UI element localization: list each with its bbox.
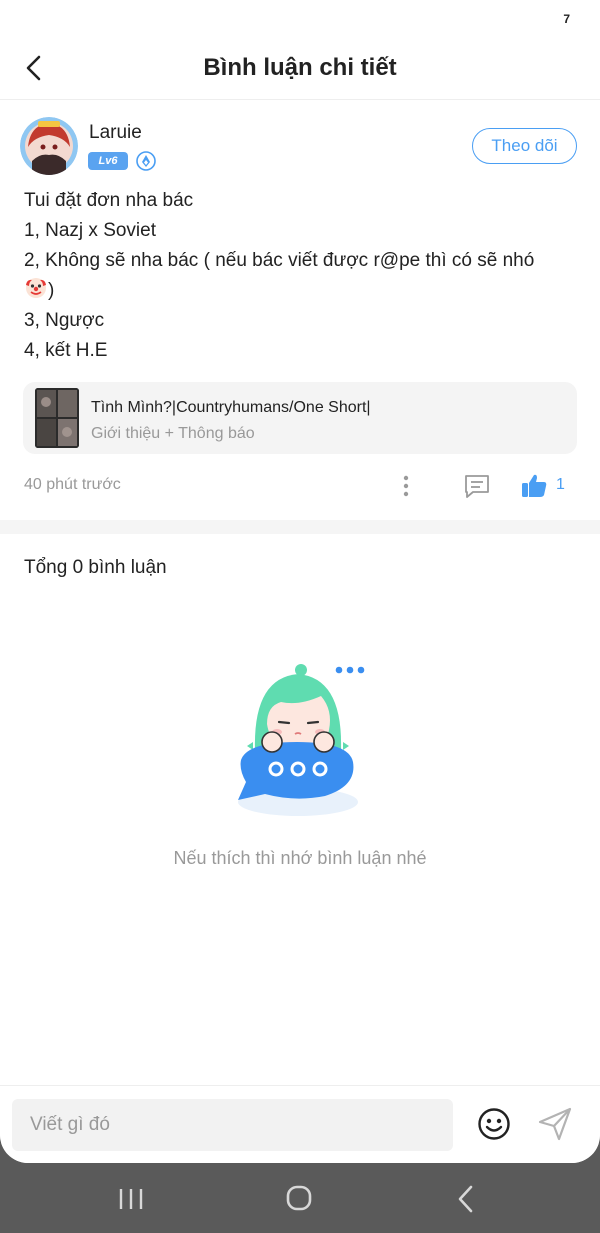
post-line: ) (48, 280, 55, 301)
username[interactable]: Laruie (89, 122, 142, 144)
post-line: 3, Ngược (24, 310, 105, 331)
empty-comments-text: Nếu thích thì nhớ bình luận nhé (173, 848, 427, 868)
story-link-card[interactable]: Tình Mình?|Countryhumans/One Short| Giới… (23, 382, 577, 454)
post-content: Tui đặt đơn nha bác 1, Nazj x Soviet 2, … (24, 186, 579, 366)
verified-icon (136, 151, 156, 171)
comment-input[interactable] (12, 1099, 453, 1151)
send-icon[interactable] (537, 1106, 573, 1142)
like-count: 1 (556, 476, 565, 493)
comment-composer (0, 1085, 600, 1163)
top-header: Bình luận chi tiết (0, 36, 600, 100)
post-timestamp: 40 phút trước (24, 476, 121, 493)
status-bar: 7 (0, 0, 600, 36)
post-actions-row: 40 phút trước 1 (0, 470, 600, 502)
avatar[interactable] (20, 117, 78, 175)
home-icon[interactable] (279, 1183, 319, 1215)
app-screen: 7 Bình luận chi tiết Laruie Lv6 Theo dõi… (0, 0, 600, 1163)
thumbs-up-icon (522, 474, 547, 497)
system-navigation-bar (0, 1163, 600, 1233)
clown-face-icon (26, 278, 46, 298)
status-indicator: 7 (563, 12, 570, 26)
emoji-icon[interactable] (477, 1107, 511, 1141)
page-title: Bình luận chi tiết (203, 54, 397, 81)
more-options-icon[interactable] (395, 472, 417, 500)
post-line: 1, Nazj x Soviet (24, 220, 156, 241)
back-nav-icon[interactable] (447, 1183, 487, 1215)
comment-icon[interactable] (463, 473, 491, 499)
like-button[interactable]: 1 (520, 472, 580, 500)
post-line-with-emoji: ) (24, 276, 579, 306)
recent-apps-icon[interactable] (111, 1183, 151, 1215)
post-line: Tui đặt đơn nha bác (24, 190, 194, 211)
story-title: Tình Mình?|Countryhumans/One Short| (91, 399, 371, 416)
level-badge: Lv6 (88, 152, 128, 170)
follow-button[interactable]: Theo dõi (472, 128, 577, 164)
post-line: 2, Không sẽ nha bác ( nếu bác viết được … (24, 250, 535, 271)
story-cover-thumbnail (35, 388, 79, 448)
avatar-image (20, 117, 78, 175)
post-line: 4, kết H.E (24, 340, 108, 361)
comments-total: Tổng 0 bình luận (24, 557, 167, 578)
section-divider (0, 520, 600, 534)
empty-comments-mascot-illustration (238, 664, 365, 816)
story-subtitle: Giới thiệu + Thông báo (91, 425, 255, 442)
